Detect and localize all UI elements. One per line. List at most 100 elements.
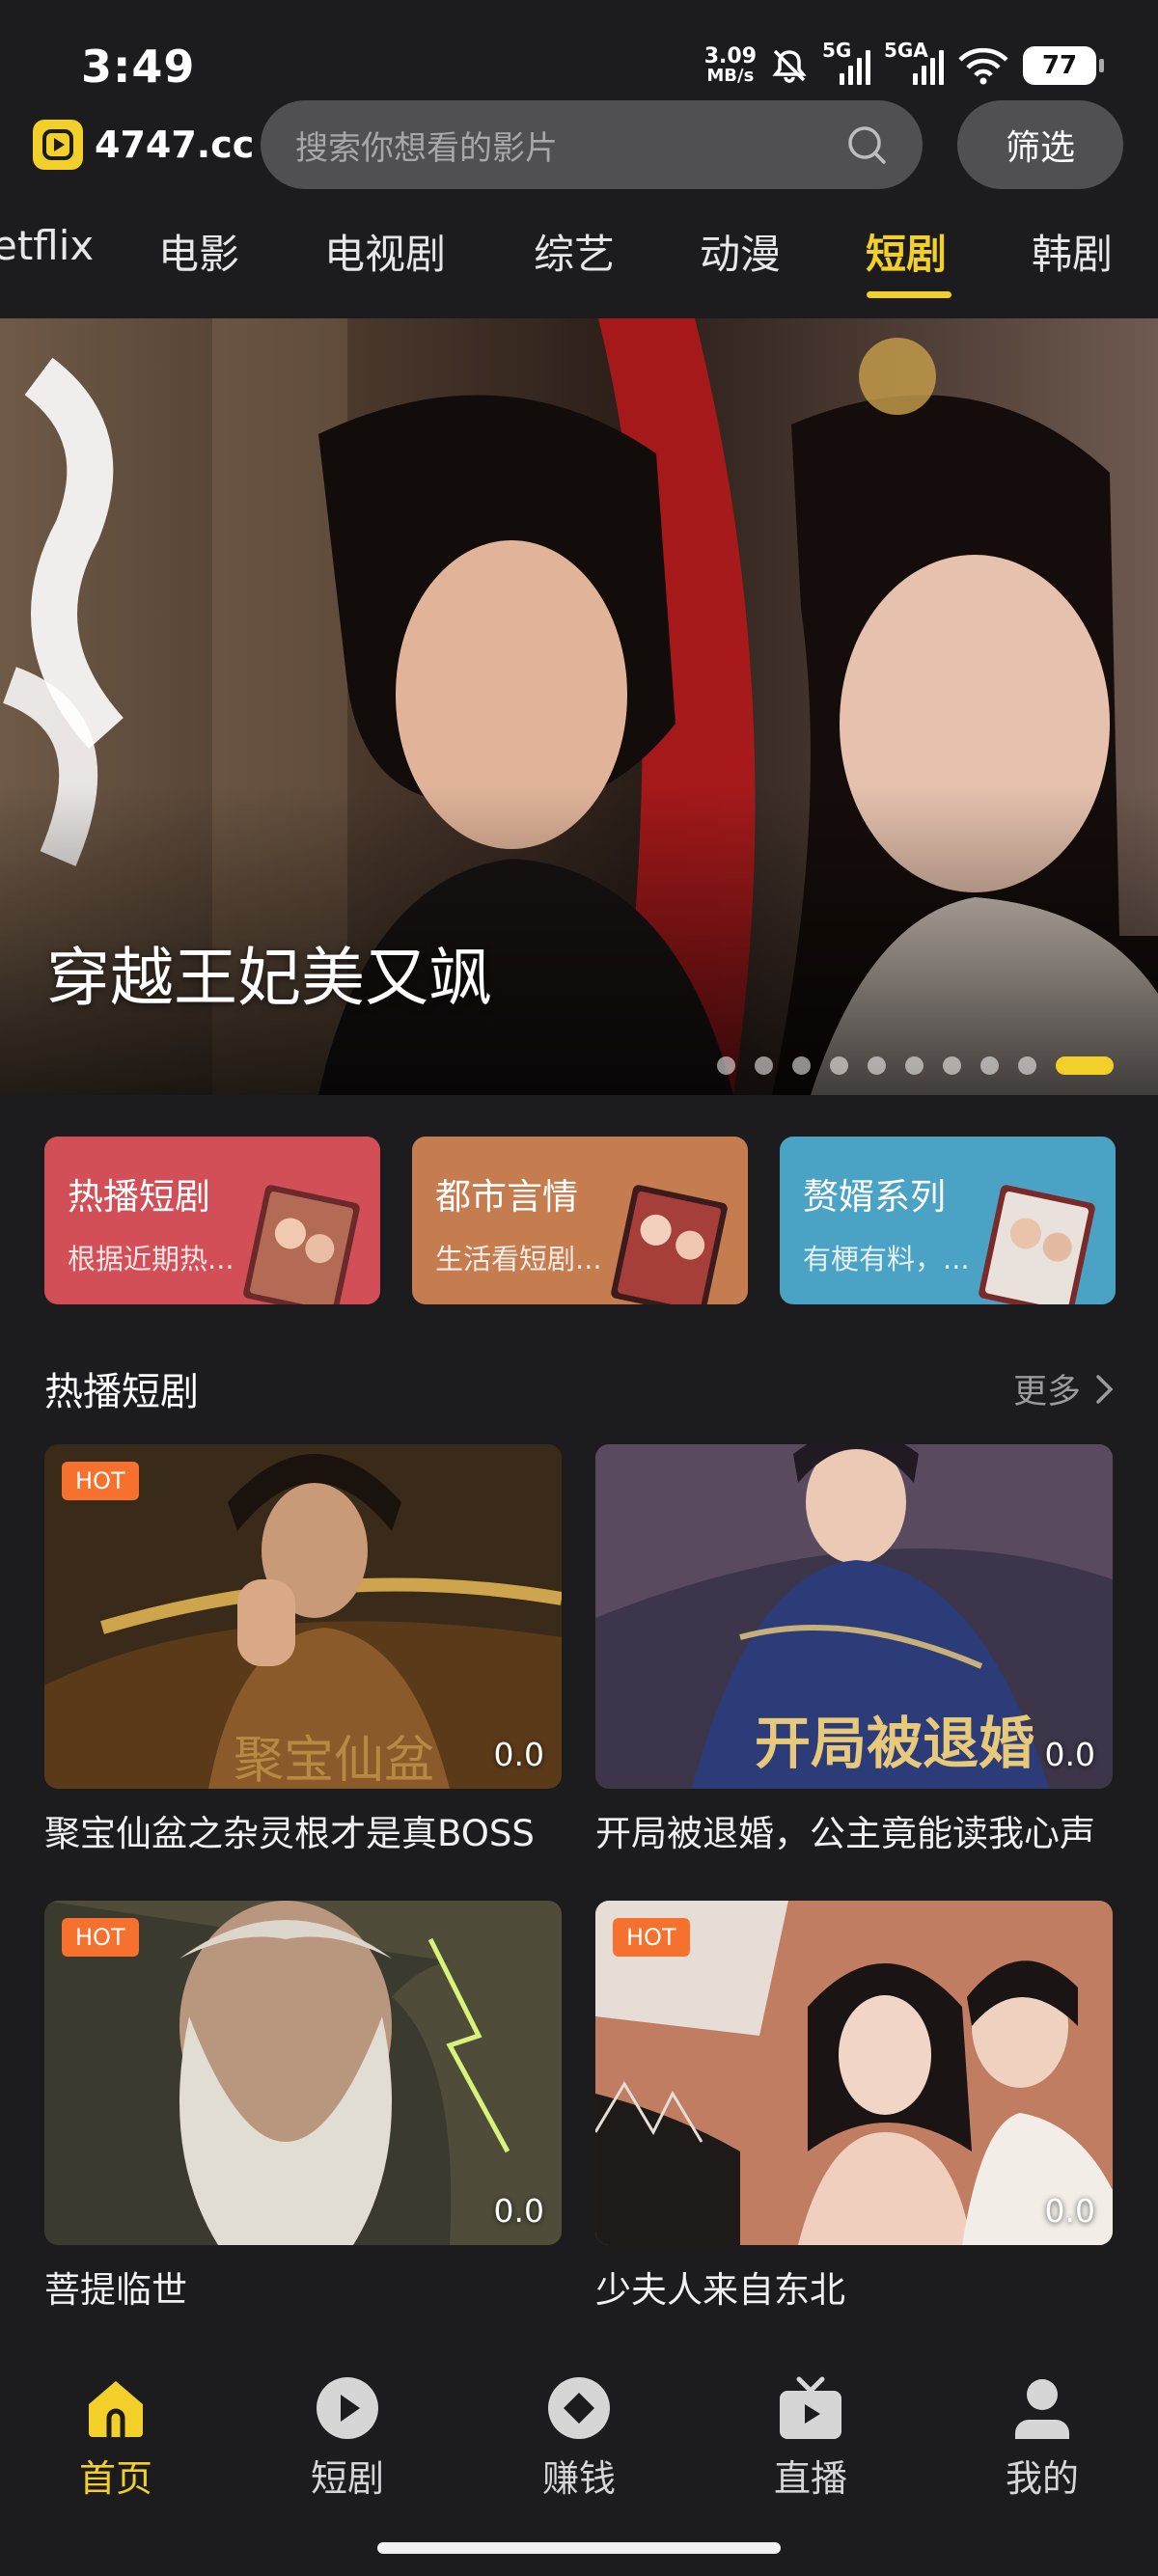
home-indicator[interactable] bbox=[377, 2542, 781, 2554]
carousel-dot[interactable] bbox=[792, 1056, 811, 1075]
drama-card[interactable]: HOT 0.0 少夫人来自东北 bbox=[595, 1901, 1113, 2313]
hot-badge: HOT bbox=[613, 1918, 690, 1957]
nav-live[interactable]: 直播 bbox=[733, 2373, 888, 2502]
filter-button[interactable]: 筛选 bbox=[957, 100, 1123, 189]
play-icon bbox=[317, 2377, 378, 2439]
poster-text: 开局被退婚 bbox=[755, 1711, 1034, 1776]
card-subtitle: 有梗有料，... bbox=[803, 1243, 970, 1275]
card-urban-romance[interactable]: 都市言情 生活看短剧... bbox=[412, 1137, 748, 1304]
wifi-icon bbox=[958, 47, 1008, 85]
card-subtitle: 生活看短剧... bbox=[435, 1243, 602, 1275]
app-logo[interactable]: 4747.cc bbox=[33, 118, 254, 172]
status-time: 3:49 bbox=[81, 41, 196, 93]
category-cards: 热播短剧 根据近期热... 都市言情 生活看短剧... 赘婿系列 有梗有料，..… bbox=[44, 1137, 1116, 1304]
top-header: 4747.cc 搜索你想看的影片 筛选 bbox=[0, 96, 1158, 193]
more-link[interactable]: 更多 bbox=[1013, 1364, 1116, 1413]
nav-earn[interactable]: 赚钱 bbox=[502, 2373, 656, 2502]
carousel-dot[interactable] bbox=[868, 1056, 886, 1075]
signal-2-type: 5GA bbox=[884, 39, 928, 62]
network-speed-value: 3.09 bbox=[703, 44, 757, 69]
card-title: 热播短剧 bbox=[68, 1176, 210, 1218]
tab-movies[interactable]: 电影 bbox=[158, 222, 239, 281]
drama-poster[interactable]: HOT 0.0 bbox=[44, 1901, 562, 2245]
search-input[interactable]: 搜索你想看的影片 bbox=[261, 100, 923, 189]
drama-title[interactable]: 聚宝仙盆之杂灵根才是真BOSS bbox=[44, 1804, 562, 1856]
carousel-dot[interactable] bbox=[943, 1056, 961, 1075]
card-subtitle: 根据近期热... bbox=[68, 1243, 234, 1275]
nav-label: 短剧 bbox=[310, 2457, 384, 2500]
nav-label: 赚钱 bbox=[541, 2457, 616, 2500]
mute-icon bbox=[772, 49, 807, 83]
carousel-dot[interactable] bbox=[830, 1056, 848, 1075]
drama-card[interactable]: 开局被退婚 0.0 开局被退婚，公主竟能读我心声 bbox=[595, 1444, 1113, 1856]
card-title: 都市言情 bbox=[435, 1176, 578, 1218]
active-tab-indicator bbox=[867, 291, 951, 298]
category-tabs: etflix 电影 电视剧 综艺 动漫 短剧 韩剧 bbox=[0, 203, 1158, 299]
section-title: 热播短剧 bbox=[44, 1370, 199, 1414]
nav-home[interactable]: 首页 bbox=[39, 2373, 193, 2502]
profile-icon bbox=[1015, 2379, 1069, 2439]
card-title: 赘婿系列 bbox=[803, 1176, 946, 1218]
carousel-dot-active[interactable] bbox=[1056, 1056, 1114, 1075]
network-speed-unit: MB/s bbox=[706, 66, 755, 86]
network-speed: 3.09 MB/s bbox=[704, 46, 757, 85]
carousel-dot[interactable] bbox=[755, 1056, 773, 1075]
search-placeholder: 搜索你想看的影片 bbox=[295, 128, 558, 168]
card-son-in-law[interactable]: 赘婿系列 有梗有料，... bbox=[780, 1137, 1116, 1304]
tab-netflix[interactable]: etflix bbox=[0, 222, 94, 269]
carousel-dots bbox=[717, 1056, 1114, 1075]
section-header: 热播短剧 更多 bbox=[44, 1360, 1116, 1414]
card-thumbnail bbox=[979, 1185, 1095, 1304]
drama-card[interactable]: HOT 0.0 菩提临世 bbox=[44, 1901, 562, 2313]
drama-card[interactable]: 聚宝仙盆 HOT 0.0 聚宝仙盆之杂灵根才是真BOSS bbox=[44, 1444, 562, 1856]
drama-poster[interactable]: 聚宝仙盆 HOT 0.0 bbox=[44, 1444, 562, 1789]
logo-play-icon bbox=[33, 120, 83, 170]
status-bar: 3:49 3.09 MB/s 5G 5GA 77 bbox=[0, 0, 1158, 96]
nav-profile[interactable]: 我的 bbox=[965, 2373, 1119, 2502]
drama-title[interactable]: 开局被退婚，公主竟能读我心声 bbox=[595, 1804, 1113, 1856]
search-icon[interactable] bbox=[845, 123, 888, 166]
rating-score: 0.0 bbox=[493, 2192, 544, 2230]
logo-text: 4747.cc bbox=[95, 123, 255, 166]
nav-label: 我的 bbox=[1005, 2457, 1079, 2500]
signal-1-type: 5G bbox=[822, 39, 852, 62]
battery-indicator: 77 bbox=[1023, 46, 1104, 85]
home-icon bbox=[89, 2381, 143, 2437]
hero-banner[interactable]: 穿越王妃美又飒 bbox=[0, 318, 1158, 1095]
carousel-dot[interactable] bbox=[717, 1056, 735, 1075]
hot-badge: HOT bbox=[62, 1462, 139, 1500]
carousel-dot[interactable] bbox=[980, 1056, 999, 1075]
drama-poster[interactable]: HOT 0.0 bbox=[595, 1901, 1113, 2245]
card-hot-drama[interactable]: 热播短剧 根据近期热... bbox=[44, 1137, 380, 1304]
nav-label: 首页 bbox=[78, 2457, 152, 2500]
drama-title[interactable]: 少夫人来自东北 bbox=[595, 2261, 1113, 2313]
rating-score: 0.0 bbox=[1044, 1736, 1095, 1773]
carousel-dot[interactable] bbox=[1018, 1056, 1036, 1075]
drama-poster[interactable]: 开局被退婚 0.0 bbox=[595, 1444, 1113, 1789]
card-thumbnail bbox=[243, 1185, 360, 1304]
app-screen: 3:49 3.09 MB/s 5G 5GA 77 4747.cc 搜索你想看的影… bbox=[0, 0, 1158, 2576]
tab-tv-series[interactable]: 电视剧 bbox=[324, 222, 446, 281]
status-icons: 3.09 MB/s 5G 5GA 77 bbox=[704, 39, 1104, 93]
bottom-navigation: 首页 短剧 赚钱 直播 我的 bbox=[0, 2344, 1158, 2576]
drama-title[interactable]: 菩提临世 bbox=[44, 2261, 562, 2313]
cellular-signal-2: 5GA bbox=[884, 39, 944, 85]
poster-text: 聚宝仙盆 bbox=[234, 1732, 434, 1789]
poster-image: 开局被退婚 bbox=[595, 1444, 1113, 1789]
nav-label: 直播 bbox=[773, 2457, 847, 2500]
more-label: 更多 bbox=[1012, 1373, 1081, 1411]
rating-score: 0.0 bbox=[1044, 2192, 1095, 2230]
tab-short-drama[interactable]: 短剧 bbox=[866, 222, 947, 281]
tab-korean-drama[interactable]: 韩剧 bbox=[1032, 222, 1113, 281]
cellular-signal-1: 5G bbox=[822, 39, 870, 85]
tab-anime[interactable]: 动漫 bbox=[700, 222, 781, 281]
nav-short-drama[interactable]: 短剧 bbox=[270, 2373, 425, 2502]
tab-variety[interactable]: 综艺 bbox=[534, 222, 615, 281]
diamond-icon bbox=[548, 2377, 610, 2439]
chevron-right-icon bbox=[1096, 1374, 1114, 1404]
banner-title: 穿越王妃美又飒 bbox=[46, 941, 492, 1015]
tv-icon bbox=[780, 2376, 841, 2439]
rating-score: 0.0 bbox=[493, 1736, 544, 1773]
hot-badge: HOT bbox=[62, 1918, 139, 1957]
carousel-dot[interactable] bbox=[905, 1056, 924, 1075]
